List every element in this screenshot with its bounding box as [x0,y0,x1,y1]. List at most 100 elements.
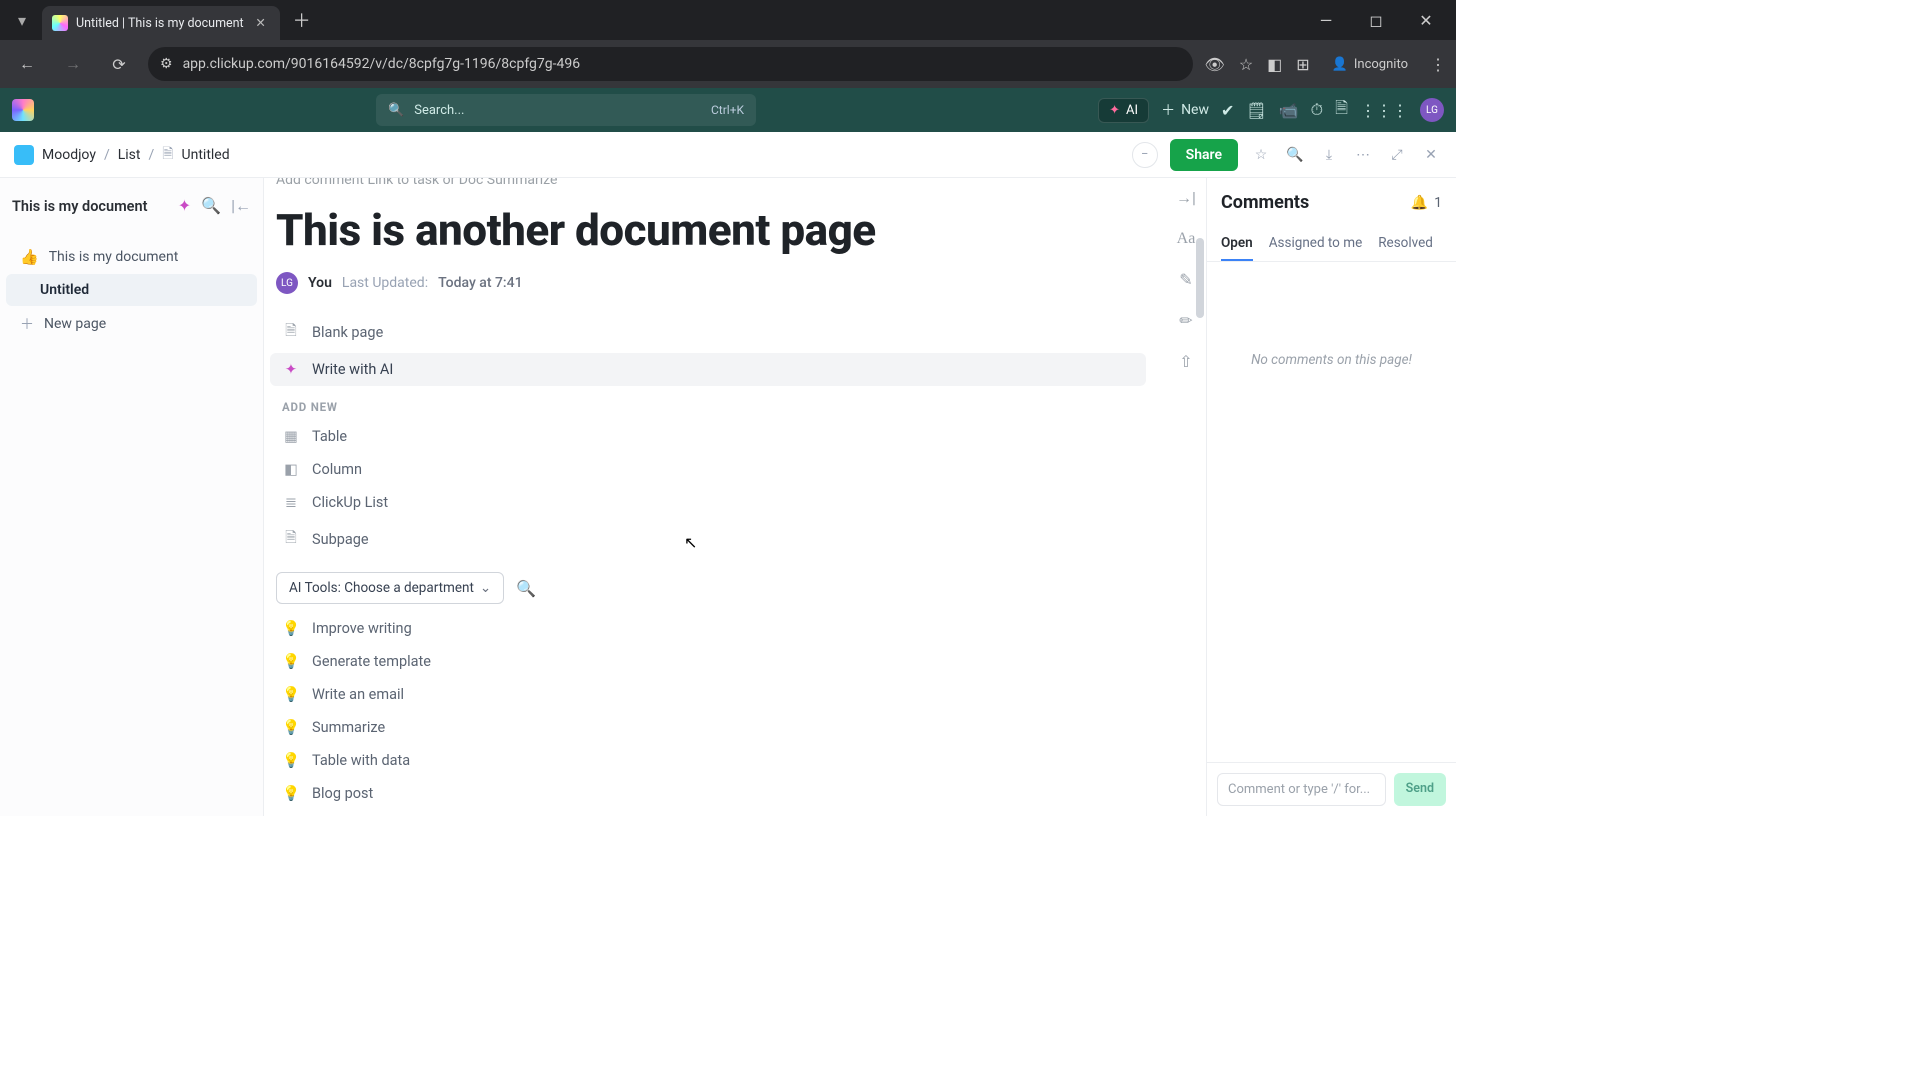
thumbs-up-icon: 👍 [20,248,39,266]
maximize-icon[interactable]: ◻ [1354,4,1398,36]
tree-item-root[interactable]: 👍 This is my document [6,240,257,274]
chevron-down-icon: ⌄ [480,580,491,596]
scrollbar[interactable] [1196,238,1204,318]
browser-tab[interactable]: Untitled | This is my document ✕ [42,6,280,40]
sparkle-icon: ✦ [1109,103,1120,118]
menu-generate-template[interactable]: 💡Generate template [270,645,1146,678]
clock-icon[interactable]: ⏱ [1311,100,1323,120]
comments-notifications[interactable]: 🔔 1 [1411,195,1442,211]
tabs-dropdown[interactable]: ▾ [8,6,36,34]
tab-assigned[interactable]: Assigned to me [1269,227,1363,261]
comment-input[interactable]: Comment or type '/' for... [1217,773,1386,806]
edit-pen-icon[interactable]: ✏ [1179,311,1192,330]
new-button[interactable]: ＋ New [1161,100,1209,120]
updated-value: Today at 7:41 [438,275,522,291]
check-circle-icon[interactable]: ✔ [1221,101,1234,120]
menu-blog-post[interactable]: 💡Blog post [270,777,1146,810]
breadcrumb-bar: Moodjoy / List / 🗎 Untitled − Share ☆ 🔍 … [0,132,1456,178]
breadcrumb-list[interactable]: List [118,147,141,163]
list-icon: ≣ [282,494,300,511]
browser-chrome: ▾ Untitled | This is my document ✕ ＋ ― ◻… [0,0,1456,88]
comments-count: 1 [1434,195,1442,211]
ai-button[interactable]: ✦ AI [1098,98,1149,123]
user-avatar[interactable]: LG [1420,98,1444,122]
menu-table-with-data[interactable]: 💡Table with data [270,744,1146,777]
search-doc-icon[interactable]: 🔍 [1284,147,1306,163]
menu-subpage[interactable]: 🗎Subpage [270,519,1146,560]
workspace-icon[interactable] [14,145,34,165]
close-window-icon[interactable]: ✕ [1404,4,1448,36]
subpage-icon: 🗎 [282,527,300,552]
ai-sparkle-icon[interactable]: ✦ [178,196,191,216]
tab-title: Untitled | This is my document [76,16,244,31]
ai-tools-search-icon[interactable]: 🔍 [516,579,536,598]
share-out-icon[interactable]: ⇧ [1179,352,1192,371]
star-icon[interactable]: ☆ [1250,147,1272,163]
search-placeholder: Search... [414,103,464,118]
clickup-logo-icon[interactable] [12,99,34,121]
doc-sidebar: This is my document ✦ 🔍 |← 👍 This is my … [0,178,264,816]
app-header: 🔍 Search... Ctrl+K ✦ AI ＋ New ✔ 🗒 📹 ⏱ 🗎 … [0,88,1456,132]
close-tab-icon[interactable]: ✕ [252,15,270,31]
new-tab-button[interactable]: ＋ [288,6,316,34]
grid-apps-icon[interactable]: ⋮⋮⋮ [1360,101,1408,120]
notepad-icon[interactable]: 🗒 [1246,101,1266,120]
video-icon[interactable]: 📹 [1279,101,1299,120]
bulb-icon: 💡 [282,752,300,769]
breadcrumb-workspace[interactable]: Moodjoy [42,147,96,163]
send-button[interactable]: Send [1394,773,1446,806]
section-add-new: ADD NEW [270,386,1146,420]
typography-icon[interactable]: Aa [1177,230,1196,248]
tree-item-untitled[interactable]: Untitled [6,274,257,306]
table-icon: ▦ [282,428,300,445]
expand-icon[interactable]: →| [1176,188,1196,208]
breadcrumb-doc[interactable]: Untitled [182,147,230,163]
tab-resolved[interactable]: Resolved [1378,227,1433,261]
more-icon[interactable]: ⋯ [1352,147,1374,163]
address-bar[interactable]: ⚙ app.clickup.com/9016164592/v/dc/8cpfg7… [148,47,1193,81]
eye-off-icon[interactable]: 👁 [1205,55,1225,74]
menu-clickup-list[interactable]: ≣ClickUp List [270,486,1146,519]
menu-improve-writing[interactable]: 💡Improve writing [270,612,1146,645]
global-search[interactable]: 🔍 Search... Ctrl+K [376,94,756,126]
close-icon[interactable]: ✕ [1420,147,1442,163]
search-sidebar-icon[interactable]: 🔍 [201,196,221,216]
site-info-icon[interactable]: ⚙ [160,56,173,72]
bulb-icon: 💡 [282,719,300,736]
document-title[interactable]: This is another document page [276,204,1146,256]
menu-pick-department[interactable]: ⋯Pick department [270,810,1146,816]
menu-table[interactable]: ▦Table [270,420,1146,453]
bulb-icon: 💡 [282,785,300,802]
reload-button[interactable]: ⟳ [102,47,136,81]
comments-tabs: Open Assigned to me Resolved [1207,221,1456,262]
doc-icon[interactable]: 🗎 [1335,97,1348,124]
side-panel-icon[interactable]: ◧ [1267,55,1282,74]
download-icon[interactable]: ⤓ [1318,147,1340,163]
collapse-sidebar-icon[interactable]: |← [231,196,251,216]
menu-write-email[interactable]: 💡Write an email [270,678,1146,711]
wand-icon[interactable]: ✎ [1179,270,1192,289]
updated-prefix: Last Updated: [342,275,428,291]
tab-bar: ▾ Untitled | This is my document ✕ ＋ ― ◻… [0,0,1456,40]
bookmark-star-icon[interactable]: ☆ [1239,55,1253,74]
collapse-icon[interactable]: ⤢ [1386,147,1408,163]
plus-icon: ＋ [20,314,34,334]
doc-toolbar-ghost: Add comment Link to task or Doc Summariz… [270,178,1146,192]
forward-button[interactable]: → [56,47,90,81]
tab-open[interactable]: Open [1221,227,1253,261]
minimize-icon[interactable]: ― [1304,4,1348,36]
ai-tools-dropdown[interactable]: AI Tools: Choose a department ⌄ [276,572,504,604]
new-page-button[interactable]: ＋ New page [6,306,257,342]
share-button[interactable]: Share [1170,139,1238,171]
menu-blank-page[interactable]: 🗎 Blank page [270,312,1146,353]
comments-panel: Comments 🔔 1 Open Assigned to me Resolve… [1206,178,1456,816]
incognito-badge: 👤 Incognito [1324,53,1416,76]
menu-column[interactable]: ◧Column [270,453,1146,486]
menu-summarize[interactable]: 💡Summarize [270,711,1146,744]
history-icon[interactable]: − [1132,142,1158,168]
extensions-icon[interactable]: ⊞ [1296,55,1309,74]
browser-menu-icon[interactable]: ⋮ [1430,55,1446,74]
menu-write-with-ai[interactable]: ✦ Write with AI [270,353,1146,386]
back-button[interactable]: ← [10,47,44,81]
author-label: You [308,275,332,291]
